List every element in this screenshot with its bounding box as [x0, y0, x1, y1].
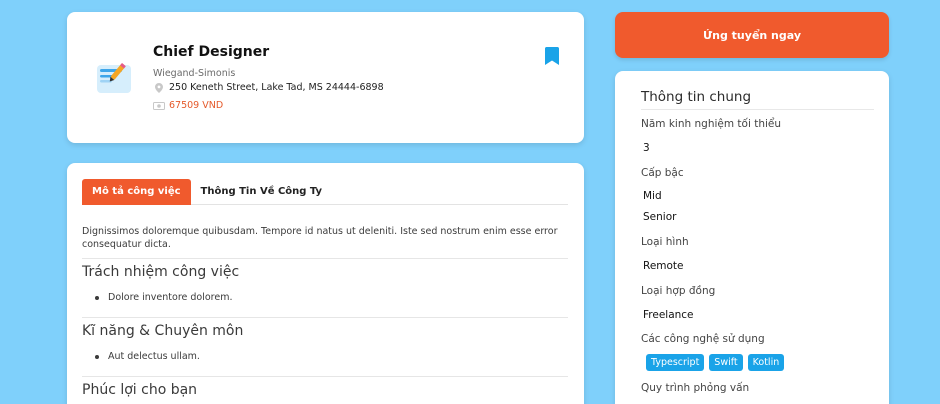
tab-company-info[interactable]: Thông Tin Về Công Ty	[191, 179, 333, 205]
section-heading-skills: Kĩ năng & Chuyên môn	[82, 323, 244, 339]
divider	[641, 109, 874, 110]
list-item: Aut delectus ullam.	[95, 351, 200, 362]
section-heading-benefits: Phúc lợi cho bạn	[82, 382, 198, 398]
tech-badge: Typescript	[646, 354, 705, 371]
level-label: Cấp bậc	[641, 167, 684, 179]
tech-badge: Swift	[709, 354, 743, 371]
salary-row: 67509 VND	[153, 100, 223, 111]
bookmark-icon[interactable]	[545, 47, 559, 69]
company-logo-icon	[96, 61, 134, 99]
divider	[82, 317, 568, 318]
interview-process-label: Quy trình phỏng vấn	[641, 382, 750, 394]
experience-label: Năm kinh nghiệm tối thiểu	[641, 118, 782, 130]
address-row: 250 Keneth Street, Lake Tad, MS 24444-68…	[153, 82, 384, 93]
job-description-card: Mô tả công việc Thông Tin Về Công Ty Dig…	[67, 163, 584, 404]
tab-job-description[interactable]: Mô tả công việc	[82, 179, 191, 205]
job-title: Chief Designer	[153, 44, 270, 60]
contract-type-value: Freelance	[643, 309, 694, 321]
tab-bar: Mô tả công việc Thông Tin Về Công Ty	[82, 179, 568, 205]
work-type-label: Loại hình	[641, 236, 689, 248]
job-salary: 67509 VND	[169, 100, 224, 111]
work-type-value: Remote	[643, 260, 684, 272]
apply-now-button[interactable]: Ứng tuyển ngay	[615, 12, 889, 58]
level-value: Senior	[643, 211, 677, 223]
contract-type-label: Loại hợp đồng	[641, 285, 716, 297]
job-header-card	[67, 12, 584, 143]
job-address: 250 Keneth Street, Lake Tad, MS 24444-68…	[169, 82, 384, 93]
money-icon	[153, 101, 165, 110]
experience-value: 3	[643, 142, 650, 154]
technology-badges: Typescript Swift Kotlin	[646, 354, 785, 371]
tech-badge: Kotlin	[747, 354, 785, 371]
section-heading-responsibilities: Trách nhiệm công việc	[82, 264, 240, 280]
divider	[82, 258, 568, 259]
info-title: Thông tin chung	[641, 89, 752, 105]
location-pin-icon	[153, 82, 165, 93]
level-value: Mid	[643, 190, 662, 202]
divider	[82, 376, 568, 377]
general-info-card: Thông tin chung Năm kinh nghiệm tối thiể…	[615, 71, 889, 404]
description-text: Dignissimos doloremque quibusdam. Tempor…	[82, 226, 558, 250]
technologies-label: Các công nghệ sử dụng	[641, 333, 765, 345]
company-name: Wiegand-Simonis	[153, 68, 236, 79]
list-item: Dolore inventore dolorem.	[95, 292, 233, 303]
